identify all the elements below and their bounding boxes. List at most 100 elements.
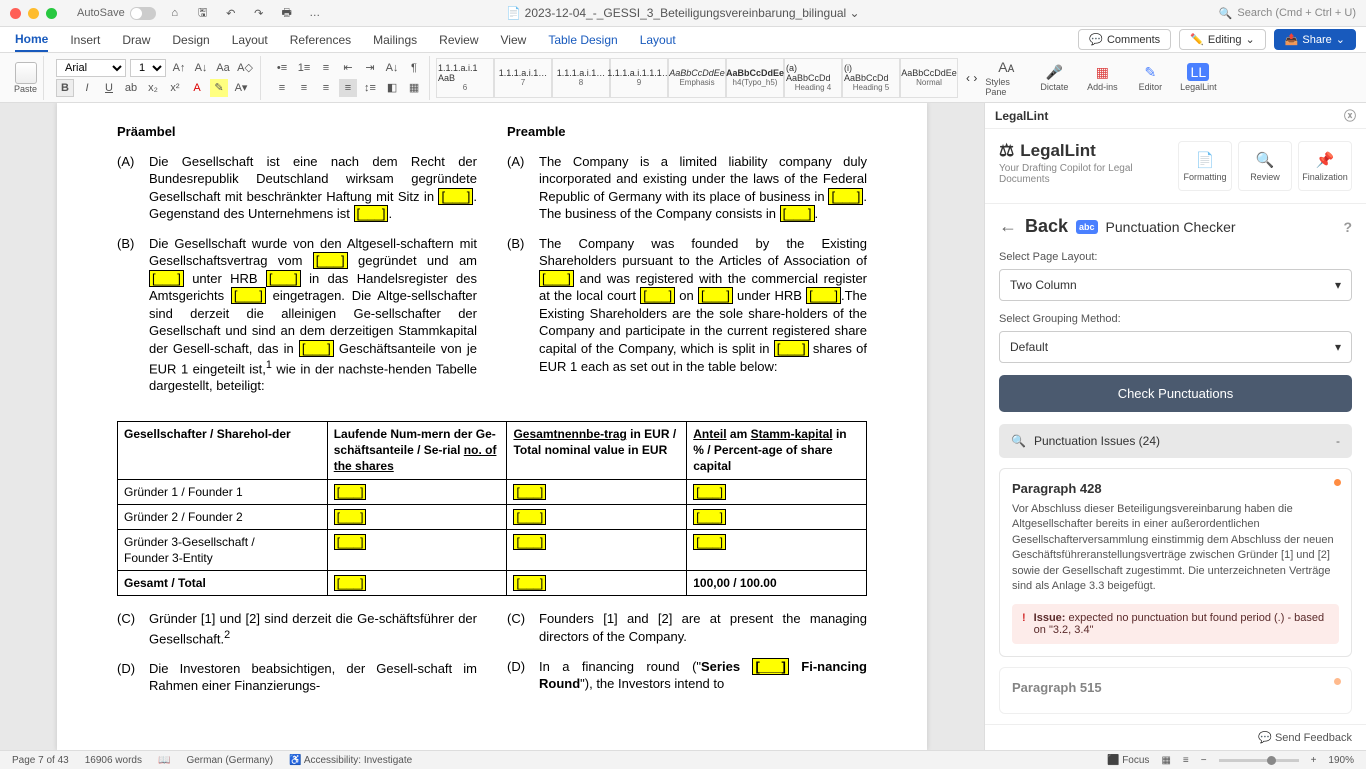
tab-view[interactable]: View: [501, 29, 527, 51]
tab-layout[interactable]: Layout: [232, 29, 268, 51]
close-window[interactable]: [10, 8, 21, 19]
styles-nav[interactable]: ‹ ›: [964, 56, 979, 100]
superscript-button[interactable]: x²: [166, 79, 184, 97]
minimize-window[interactable]: [28, 8, 39, 19]
zoom-out-icon[interactable]: −: [1201, 755, 1207, 766]
font-color-button[interactable]: A: [188, 79, 206, 97]
style-emphasis[interactable]: AaBbCcDdEeEmphasis: [668, 58, 726, 98]
italic-button[interactable]: I: [78, 79, 96, 97]
align-right-icon[interactable]: ≡: [317, 79, 335, 97]
shading-icon[interactable]: ◧: [383, 79, 401, 97]
autosave-toggle[interactable]: [130, 7, 156, 20]
spellcheck-icon[interactable]: 📖: [158, 755, 170, 766]
accessibility-indicator[interactable]: ♿ Accessibility: Investigate: [289, 755, 412, 766]
layout-select[interactable]: Two Column▾: [999, 269, 1352, 301]
show-marks-icon[interactable]: ¶: [405, 59, 423, 77]
style-heading5[interactable]: (i) AaBbCcDdHeading 5: [842, 58, 900, 98]
home-icon[interactable]: ⌂: [166, 4, 184, 22]
style-h4typo[interactable]: AaBbCcDdEeh4(Typo_h5): [726, 58, 784, 98]
text-effects-button[interactable]: A▾: [232, 79, 250, 97]
tab-insert[interactable]: Insert: [70, 29, 100, 51]
indent-inc-icon[interactable]: ⇥: [361, 59, 379, 77]
style-6[interactable]: 1.1.1.a.i.1 AaB6: [436, 58, 494, 98]
highlight-button[interactable]: ✎: [210, 79, 228, 97]
borders-icon[interactable]: ▦: [405, 79, 423, 97]
maximize-window[interactable]: [46, 8, 57, 19]
subscript-button[interactable]: x₂: [144, 79, 162, 97]
bullets-icon[interactable]: •≡: [273, 59, 291, 77]
share-label: Share: [1302, 34, 1331, 46]
shrink-font-icon[interactable]: A↓: [192, 59, 210, 77]
tab-design[interactable]: Design: [172, 29, 209, 51]
tab-draw[interactable]: Draw: [122, 29, 150, 51]
back-label[interactable]: Back: [1025, 216, 1068, 237]
sort-icon[interactable]: A↓: [383, 59, 401, 77]
search-box[interactable]: 🔍 Search (Cmd + Ctrl + U): [1219, 7, 1356, 20]
help-icon[interactable]: ?: [1343, 219, 1352, 235]
indent-dec-icon[interactable]: ⇤: [339, 59, 357, 77]
quick-access-toolbar: ⌂ 🖫 ↶ ↷ 🖶 …: [166, 4, 324, 22]
style-normal[interactable]: AaBbCcDdEeNormal: [900, 58, 958, 98]
zoom-level[interactable]: 190%: [1328, 755, 1354, 766]
multilevel-icon[interactable]: ≡: [317, 59, 335, 77]
style-7[interactable]: 1.1.1.a.i.1…7: [494, 58, 552, 98]
paste-button[interactable]: Paste: [14, 62, 37, 94]
view-print-icon[interactable]: ▦: [1161, 755, 1170, 766]
change-case-icon[interactable]: Aa: [214, 59, 232, 77]
font-family-select[interactable]: Arial: [56, 59, 126, 77]
language-indicator[interactable]: German (Germany): [186, 755, 273, 766]
formatting-button[interactable]: 📄Formatting: [1178, 141, 1232, 191]
tab-references[interactable]: References: [290, 29, 351, 51]
zoom-slider[interactable]: [1219, 759, 1299, 762]
zoom-in-icon[interactable]: +: [1311, 755, 1317, 766]
tab-table-layout[interactable]: Layout: [640, 29, 676, 51]
styles-pane-button[interactable]: AᴀStyles Pane: [985, 58, 1027, 97]
justify-icon[interactable]: ≡: [339, 79, 357, 97]
style-8[interactable]: 1.1.1.a.i.1…8: [552, 58, 610, 98]
save-icon[interactable]: 🖫: [194, 4, 212, 22]
issue-card-515[interactable]: Paragraph 515: [999, 667, 1352, 714]
underline-button[interactable]: U: [100, 79, 118, 97]
document-title[interactable]: 📄 2023-12-04_-_GESSI_3_Beteiligungsverei…: [506, 6, 859, 20]
grow-font-icon[interactable]: A↑: [170, 59, 188, 77]
print-icon[interactable]: 🖶: [278, 4, 296, 22]
more-icon[interactable]: …: [306, 4, 324, 22]
bold-button[interactable]: B: [56, 79, 74, 97]
align-center-icon[interactable]: ≡: [295, 79, 313, 97]
send-feedback-link[interactable]: 💬 Send Feedback: [985, 724, 1366, 750]
dictate-button[interactable]: 🎤Dictate: [1033, 63, 1075, 92]
issue-card-428[interactable]: Paragraph 428 Vor Abschluss dieser Betei…: [999, 468, 1352, 657]
style-9[interactable]: 1.1.1.a.i.1.1.1…9: [610, 58, 668, 98]
check-punctuation-button[interactable]: Check Punctuations: [999, 375, 1352, 412]
back-arrow-icon[interactable]: ←: [999, 216, 1017, 237]
tab-home[interactable]: Home: [15, 28, 48, 52]
issues-accordion[interactable]: 🔍 Punctuation Issues (24) -: [999, 424, 1352, 458]
addins-button[interactable]: ▦Add-ins: [1081, 63, 1123, 92]
undo-icon[interactable]: ↶: [222, 4, 240, 22]
line-spacing-icon[interactable]: ↕≡: [361, 79, 379, 97]
redo-icon[interactable]: ↷: [250, 4, 268, 22]
word-count[interactable]: 16906 words: [85, 755, 142, 766]
comments-button[interactable]: 💬 Comments: [1078, 29, 1171, 50]
tab-table-design[interactable]: Table Design: [548, 29, 617, 51]
focus-mode[interactable]: ⬛ Focus: [1107, 755, 1149, 766]
numbering-icon[interactable]: 1≡: [295, 59, 313, 77]
view-web-icon[interactable]: ≡: [1183, 755, 1189, 766]
share-button[interactable]: 📤 Share ⌄: [1274, 29, 1356, 50]
strike-button[interactable]: ab: [122, 79, 140, 97]
legallint-button[interactable]: LLLegalLint: [1177, 63, 1219, 92]
font-size-select[interactable]: 10: [130, 59, 166, 77]
clear-format-icon[interactable]: A◇: [236, 59, 254, 77]
tab-mailings[interactable]: Mailings: [373, 29, 417, 51]
editor-button[interactable]: ✎Editor: [1129, 63, 1171, 92]
style-heading4[interactable]: (a) AaBbCcDdHeading 4: [784, 58, 842, 98]
document-canvas[interactable]: Präambel (A)Die Gesellschaft ist eine na…: [0, 103, 984, 750]
page-indicator[interactable]: Page 7 of 43: [12, 755, 69, 766]
finalization-button[interactable]: 📌Finalization: [1298, 141, 1352, 191]
review-button[interactable]: 🔍Review: [1238, 141, 1292, 191]
tab-review[interactable]: Review: [439, 29, 478, 51]
align-left-icon[interactable]: ≡: [273, 79, 291, 97]
close-pane-icon[interactable]: ⓧ: [1344, 107, 1356, 124]
grouping-select[interactable]: Default▾: [999, 331, 1352, 363]
editing-button[interactable]: ✏️ Editing ⌄: [1179, 29, 1266, 50]
